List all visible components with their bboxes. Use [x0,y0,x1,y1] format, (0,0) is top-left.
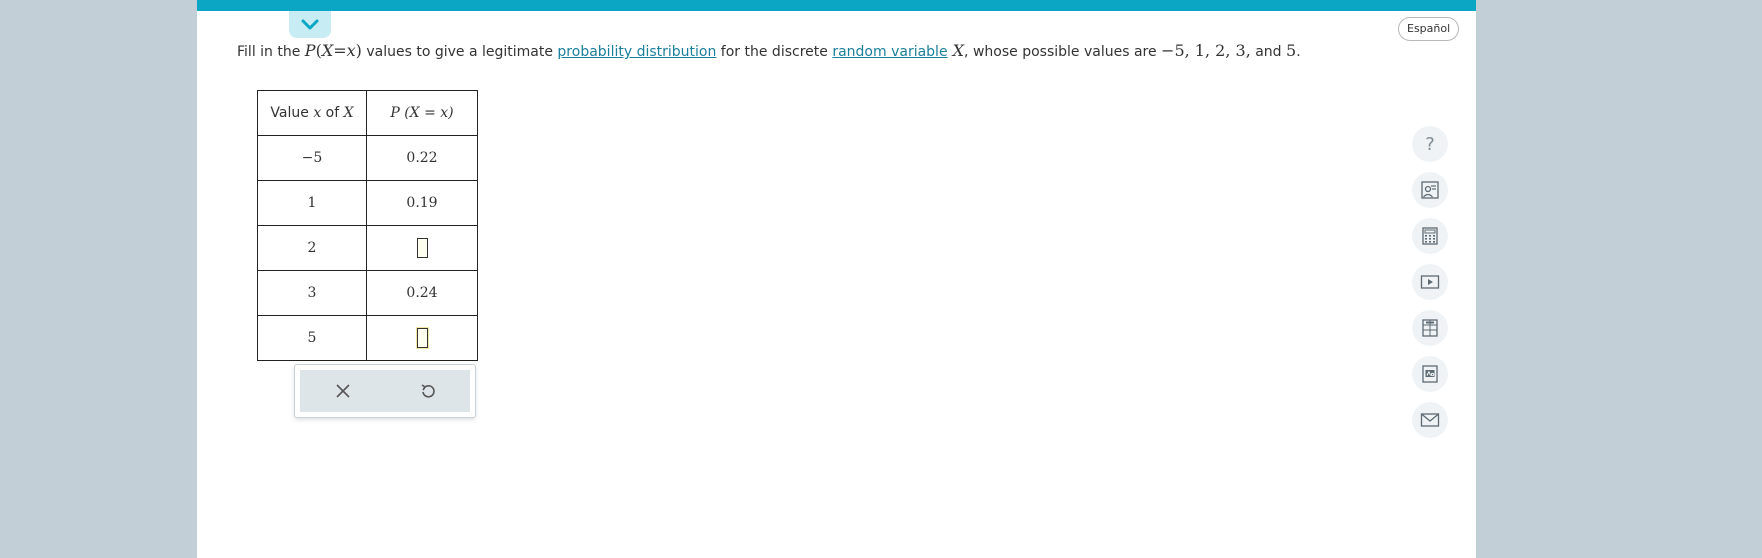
table-icon [1422,319,1438,337]
question-mid2: for the discrete [716,44,833,60]
value-cell: −5 [257,135,367,181]
value-cell: 5 [257,315,367,361]
probability-cell [366,225,478,271]
question-mid3: , whose possible values are [964,44,1162,60]
question-text: Fill in the P(X=x) values to give a legi… [237,41,1301,60]
email-button[interactable] [1412,402,1448,438]
question-end: . [1296,44,1301,60]
undo-icon [421,384,435,398]
textbook-button[interactable] [1412,356,1448,392]
language-toggle-button[interactable]: Español [1398,17,1460,41]
help-icon: ? [1425,133,1435,155]
header-value-of-x: Value x of X [257,90,367,136]
question-mid1: values to give a legitimate [361,44,558,60]
table-row: 1 0.19 [257,180,478,226]
chevron-down-icon [301,19,319,29]
top-bar [197,0,1476,11]
collapse-toggle[interactable] [289,11,331,38]
textbook-icon [1422,365,1438,383]
probability-table: Value x of X P (X = x) −5 0.22 1 0.19 2 [257,90,478,361]
value-cell: 1 [257,180,367,226]
question-values: −5, 1, 2, 3, [1161,41,1251,60]
calculator-icon [1422,227,1438,245]
main-panel: Español Fill in the P(X=x) values to giv… [197,0,1476,558]
answer-keypad [294,364,476,418]
table-row: 2 [257,225,478,271]
question-and: and [1250,44,1287,60]
question-variable: X [952,41,965,60]
video-icon [1420,275,1440,289]
clear-button[interactable] [300,370,385,412]
question-pmath: P(X=x) [304,41,362,60]
table-row: 5 [257,315,478,361]
video-button[interactable] [1412,264,1448,300]
probability-input-x2[interactable] [416,238,428,258]
probability-cell: 0.24 [366,270,478,316]
probability-cell: 0.19 [366,180,478,226]
probability-distribution-link[interactable]: probability distribution [557,44,716,60]
value-cell: 2 [257,225,367,271]
tutor-icon [1421,181,1439,199]
data-table-button[interactable] [1412,310,1448,346]
keypad-buttons [300,370,470,412]
probability-input-x5[interactable] [416,328,428,348]
table-header-row: Value x of X P (X = x) [257,90,478,136]
question-last-value: 5 [1286,41,1297,60]
close-icon [335,384,350,398]
probability-cell [366,315,478,361]
calculator-button[interactable] [1412,218,1448,254]
table-row: −5 0.22 [257,135,478,181]
question-prefix: Fill in the [237,44,305,60]
header-probability: P (X = x) [366,90,478,136]
tutor-button[interactable] [1412,172,1448,208]
value-cell: 3 [257,270,367,316]
probability-cell: 0.22 [366,135,478,181]
random-variable-link[interactable]: random variable [832,44,947,60]
help-button[interactable]: ? [1412,126,1448,162]
email-icon [1420,413,1440,427]
undo-button[interactable] [385,370,470,412]
table-row: 3 0.24 [257,270,478,316]
